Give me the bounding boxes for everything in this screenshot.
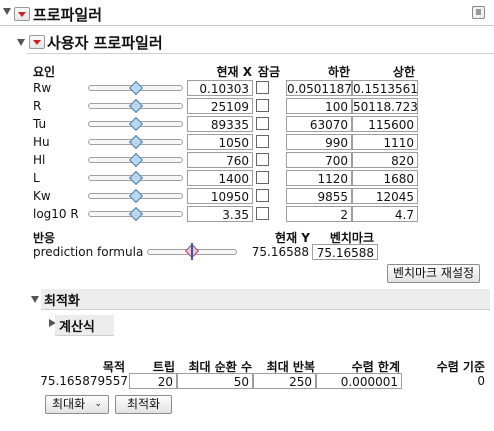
factor-upper-input[interactable]: 0.1513561: [352, 80, 418, 96]
factor-lower-input[interactable]: 9855: [286, 188, 352, 204]
factor-upper-input[interactable]: 820: [352, 152, 418, 168]
user-profiler-menu-button[interactable]: [29, 35, 45, 49]
factor-current-input[interactable]: 89335: [187, 116, 253, 132]
factor-lower-input[interactable]: 2: [286, 206, 352, 222]
optimize-mode-label: 최대화: [52, 397, 86, 411]
factor-name: Hu: [33, 135, 50, 149]
factor-lower-input[interactable]: 63070: [286, 116, 352, 132]
factor-slider-thumb[interactable]: [128, 170, 143, 186]
factor-name: Hl: [33, 153, 46, 167]
chevron-down-icon: ⌄: [94, 399, 102, 409]
factor-header: 요인: [33, 65, 56, 79]
factor-lower-input[interactable]: 100: [286, 98, 352, 114]
response-header: 반응: [33, 231, 56, 245]
tolerance-input[interactable]: 0.000001: [316, 373, 402, 389]
factor-upper-input[interactable]: 1680: [352, 170, 418, 186]
upper-header: 상한: [392, 65, 415, 79]
factor-lower-input[interactable]: 1120: [286, 170, 352, 186]
factor-current-input[interactable]: 0.10303: [187, 80, 253, 96]
factor-lock-checkbox[interactable]: [256, 171, 269, 184]
factor-lock-checkbox[interactable]: [256, 153, 269, 166]
factor-slider-thumb[interactable]: [128, 134, 143, 150]
factor-slider-thumb[interactable]: [128, 188, 143, 204]
target-value: 75.165879557: [40, 374, 128, 388]
factor-name: Rw: [33, 81, 52, 95]
optimize-button[interactable]: 최적화: [115, 395, 172, 414]
factor-lock-checkbox[interactable]: [256, 81, 269, 94]
factor-current-input[interactable]: 10950: [187, 188, 253, 204]
factor-current-input[interactable]: 1050: [187, 134, 253, 150]
collapse-triangle-icon[interactable]: [31, 296, 39, 303]
optimize-mode-dropdown[interactable]: 최대화 ⌄: [45, 395, 109, 414]
factor-name: R: [33, 99, 42, 113]
factor-slider-thumb[interactable]: [128, 152, 143, 168]
factor-current-input[interactable]: 3.35: [187, 206, 253, 222]
factor-current-input[interactable]: 25109: [187, 98, 253, 114]
collapse-triangle-icon[interactable]: [3, 8, 11, 15]
factor-lock-checkbox[interactable]: [256, 207, 269, 220]
factor-lock-checkbox[interactable]: [256, 135, 269, 148]
user-profiler-header-bar: [27, 53, 494, 54]
collapse-triangle-icon[interactable]: [17, 39, 25, 46]
factor-slider-thumb[interactable]: [128, 116, 143, 132]
factor-lower-input[interactable]: 700: [286, 152, 352, 168]
current-x-header: 현재 X: [216, 65, 252, 79]
factor-slider-thumb[interactable]: [128, 80, 143, 96]
profiler-title: 프로파일러: [33, 6, 103, 24]
pin-icon[interactable]: [472, 6, 485, 19]
benchmark-value[interactable]: 75.16588: [312, 244, 378, 260]
lower-header: 하한: [327, 65, 350, 79]
current-y-value: 75.16588: [251, 245, 309, 259]
factor-lock-checkbox[interactable]: [256, 117, 269, 130]
target-header: 목적: [102, 360, 125, 374]
factor-lower-input[interactable]: 0.0501187: [286, 80, 352, 96]
factor-upper-input[interactable]: 115600: [352, 116, 418, 132]
factor-name: Kw: [33, 189, 51, 203]
factor-upper-input[interactable]: 4.7: [352, 206, 418, 222]
reset-benchmark-button[interactable]: 벤치마크 재설정: [387, 264, 480, 283]
max-cycles-input[interactable]: 50: [177, 373, 253, 389]
factor-name: L: [33, 171, 40, 185]
factor-lock-checkbox[interactable]: [256, 99, 269, 112]
formula-title: 계산식: [59, 320, 95, 335]
lock-header: 잠금: [257, 65, 280, 79]
user-profiler-title: 사용자 프로파일러: [47, 34, 163, 52]
response-slider-marker: [191, 243, 193, 260]
factor-upper-input[interactable]: 1110: [352, 134, 418, 150]
factor-lock-checkbox[interactable]: [256, 189, 269, 202]
trips-input[interactable]: 20: [129, 373, 177, 389]
factor-upper-input[interactable]: 12045: [352, 188, 418, 204]
convergence-header: 수렴 기준: [436, 360, 485, 374]
factor-upper-input[interactable]: 50118.723: [352, 98, 418, 114]
factor-lower-input[interactable]: 990: [286, 134, 352, 150]
current-y-header: 현재 Y: [275, 231, 310, 245]
factor-slider-thumb[interactable]: [128, 206, 143, 222]
profiler-menu-button[interactable]: [14, 7, 30, 21]
profiler-header-bar: [0, 25, 494, 26]
max-iter-input[interactable]: 250: [253, 373, 316, 389]
response-name: prediction formula: [33, 245, 144, 259]
factor-slider-thumb[interactable]: [128, 98, 143, 114]
factor-name: Tu: [33, 117, 47, 131]
convergence-value: 0: [477, 374, 485, 388]
factor-current-input[interactable]: 1400: [187, 170, 253, 186]
factor-name: log10 R: [33, 207, 79, 221]
optimization-title: 최적화: [44, 294, 80, 309]
factor-current-input[interactable]: 760: [187, 152, 253, 168]
optimization-header-bar: [41, 289, 490, 310]
